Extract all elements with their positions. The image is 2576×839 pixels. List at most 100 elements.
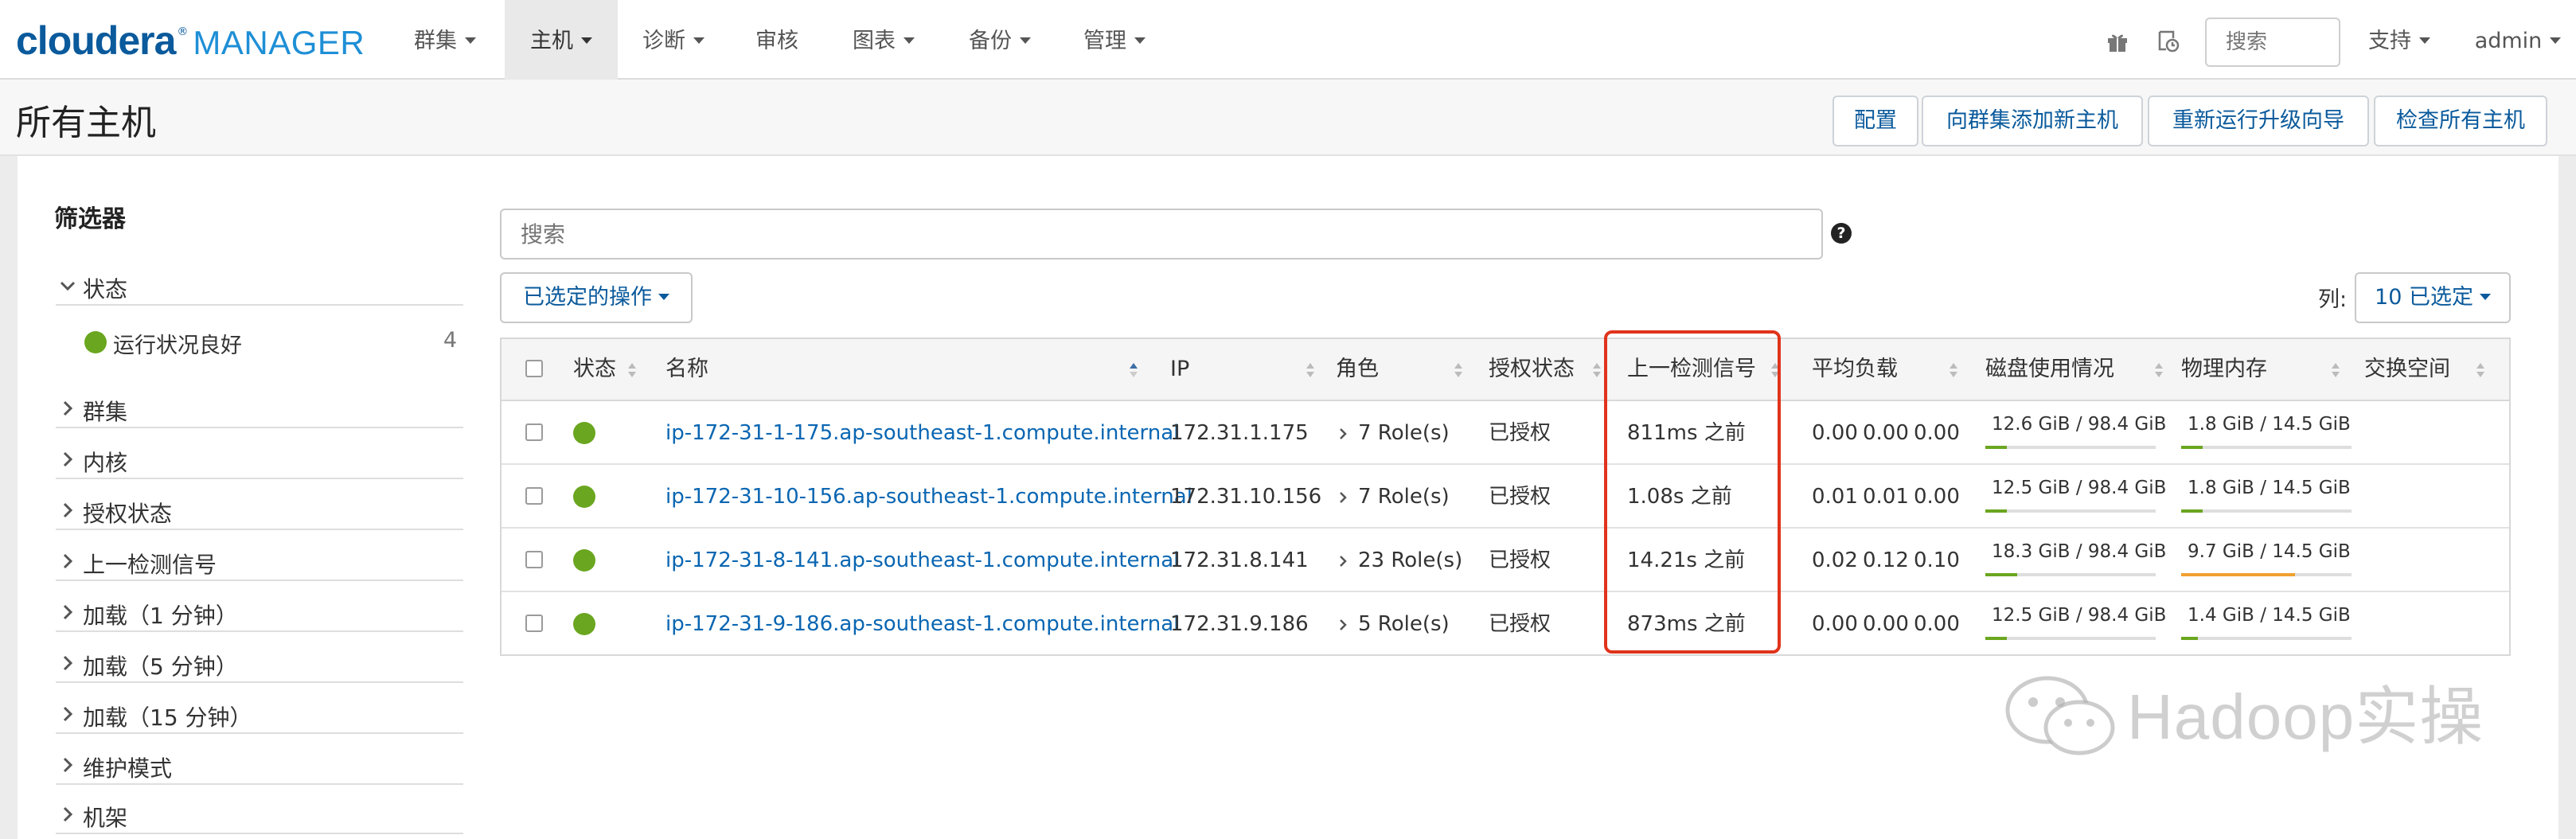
host-roles[interactable]: 7 Role(s) (1337, 465, 1450, 527)
column-header-status[interactable]: 状态 (573, 339, 616, 400)
filter-group-load-1min[interactable]: 加载（1 分钟） (56, 594, 463, 632)
column-header-authorization[interactable]: 授权状态 (1489, 339, 1575, 400)
filter-group-load-5min[interactable]: 加载（5 分钟） (56, 645, 463, 683)
sort-icon[interactable] (1454, 362, 1463, 378)
host-load-1min: 0.00 (1812, 421, 1858, 445)
host-roles-label: 23 Role(s) (1358, 548, 1463, 572)
sort-icon[interactable] (1306, 362, 1315, 378)
disk-usage-text: 12.6 GiB / 98.4 GiB (1992, 414, 2167, 435)
configuration-button[interactable]: 配置 (1832, 96, 1918, 146)
filter-group-cores[interactable]: 内核 (56, 441, 463, 479)
host-load-15min: 0.00 (1914, 485, 1960, 509)
filter-group-rack[interactable]: 机架 (56, 796, 463, 834)
row-checkbox[interactable] (525, 487, 543, 505)
good-health-icon (573, 486, 595, 508)
host-roles[interactable]: 23 Role(s) (1337, 529, 1462, 591)
hosts-table: 状态 名称 IP 角色 授权状态 上一检测信号 平均负载 磁盘使用情况 物理内存… (500, 338, 2511, 656)
disk-usage-track (1985, 637, 2156, 640)
memory-usage-fill (2181, 509, 2203, 513)
add-hosts-to-cluster-button[interactable]: 向群集添加新主机 (1922, 96, 2143, 146)
memory-usage-text: 1.8 GiB / 14.5 GiB (2188, 478, 2351, 498)
good-health-icon (573, 422, 595, 444)
column-header-name[interactable]: 名称 (665, 339, 708, 400)
help-icon[interactable]: ? (1831, 223, 1852, 244)
filter-group-label: 维护模式 (83, 755, 173, 782)
host-load-15min: 0.00 (1914, 612, 1960, 636)
column-header-roles[interactable]: 角色 (1336, 339, 1379, 400)
host-roles[interactable]: 7 Role(s) (1337, 401, 1450, 463)
disk-usage-text: 12.5 GiB / 98.4 GiB (1992, 478, 2167, 498)
memory-usage-text: 1.8 GiB / 14.5 GiB (2188, 414, 2351, 435)
running-commands-icon[interactable] (2156, 29, 2181, 54)
filter-item-good-health[interactable]: 运行状况良好 4 (84, 326, 463, 358)
nav-user-menu[interactable]: admin (2471, 0, 2565, 80)
row-checkbox[interactable] (525, 615, 543, 632)
filter-group-maintenance-mode[interactable]: 维护模式 (56, 747, 463, 785)
sort-icon[interactable] (1949, 362, 1958, 378)
nav-support-label: 支持 (2368, 29, 2411, 53)
chevron-down-icon (1134, 37, 1146, 44)
filter-group-cluster[interactable]: 群集 (56, 390, 463, 428)
host-authorization: 已授权 (1489, 485, 1551, 509)
filter-group-authorization[interactable]: 授权状态 (56, 492, 463, 530)
memory-usage-bar: 1.8 GiB / 14.5 GiB (2181, 412, 2352, 449)
nav-audits[interactable]: 审核 (745, 0, 809, 80)
host-roles-label: 7 Role(s) (1358, 421, 1450, 445)
good-health-icon (573, 613, 595, 635)
chevron-right-icon (63, 655, 73, 671)
filter-group-status[interactable]: 状态 (56, 267, 463, 306)
chevron-right-icon (1340, 428, 1347, 439)
chevron-down-icon (581, 37, 592, 44)
host-name-link[interactable]: ip-172-31-10-156.ap-southeast-1.compute.… (665, 465, 1192, 527)
sort-ascending-icon[interactable] (1129, 362, 1138, 378)
column-header-load-average[interactable]: 平均负载 (1812, 339, 1898, 400)
hosts-search-input[interactable] (500, 209, 1823, 260)
selected-actions-dropdown[interactable]: 已选定的操作 (500, 272, 693, 323)
column-header-swap-space[interactable]: 交换空间 (2364, 339, 2450, 400)
host-name-link[interactable]: ip-172-31-9-186.ap-southeast-1.compute.i… (665, 592, 1179, 654)
disk-usage-text: 12.5 GiB / 98.4 GiB (1992, 605, 2167, 626)
inspect-all-hosts-button[interactable]: 检查所有主机 (2374, 96, 2547, 146)
nav-support[interactable]: 支持 (2358, 0, 2441, 80)
sort-icon[interactable] (2154, 362, 2164, 378)
host-authorization: 已授权 (1489, 548, 1551, 572)
select-all-checkbox[interactable] (525, 360, 543, 377)
filter-group-load-15min[interactable]: 加载（15 分钟） (56, 696, 463, 734)
chevron-down-icon (2419, 37, 2430, 44)
filter-group-last-heartbeat[interactable]: 上一检测信号 (56, 543, 463, 581)
nav-administration-label: 管理 (1083, 29, 1126, 53)
nav-backup[interactable]: 备份 (952, 0, 1048, 80)
host-name-link[interactable]: ip-172-31-8-141.ap-southeast-1.compute.i… (665, 529, 1179, 591)
nav-charts[interactable]: 图表 (836, 0, 931, 80)
sort-icon[interactable] (2331, 362, 2340, 378)
column-header-ip[interactable]: IP (1170, 339, 1189, 400)
column-header-disk-usage[interactable]: 磁盘使用情况 (1985, 339, 2114, 400)
gift-icon[interactable] (2105, 29, 2130, 54)
sort-icon[interactable] (627, 362, 637, 378)
host-roles[interactable]: 5 Role(s) (1337, 592, 1450, 654)
nav-search-input[interactable] (2205, 18, 2340, 67)
columns-dropdown[interactable]: 10 已选定 (2355, 272, 2511, 323)
memory-usage-fill (2181, 573, 2296, 576)
nav-administration[interactable]: 管理 (1067, 0, 1162, 80)
column-header-physical-memory[interactable]: 物理内存 (2181, 339, 2267, 400)
nav-clusters[interactable]: 群集 (398, 0, 492, 80)
host-authorization: 已授权 (1489, 612, 1551, 636)
host-ip: 172.31.10.156 (1170, 485, 1322, 509)
nav-diagnostics-label: 诊断 (642, 29, 685, 53)
host-name-link[interactable]: ip-172-31-1-175.ap-southeast-1.compute.i… (665, 401, 1179, 463)
logo-brand: cloudera (16, 18, 176, 63)
row-checkbox[interactable] (525, 423, 543, 441)
table-row: ip-172-31-10-156.ap-southeast-1.compute.… (502, 465, 2509, 529)
disk-usage-fill (1985, 637, 2008, 640)
sort-icon[interactable] (1592, 362, 1602, 378)
host-load-1min: 0.01 (1812, 485, 1858, 509)
row-checkbox[interactable] (525, 551, 543, 568)
nav-diagnostics[interactable]: 诊断 (629, 0, 718, 80)
logo-registered-mark: ® (177, 25, 189, 38)
sort-icon[interactable] (2476, 362, 2485, 378)
nav-hosts[interactable]: 主机 (505, 0, 618, 80)
cloudera-manager-logo[interactable]: cloudera ® MANAGER (16, 18, 365, 63)
rerun-upgrade-wizard-button[interactable]: 重新运行升级向导 (2148, 96, 2369, 146)
host-load-5min: 0.12 (1863, 548, 1909, 572)
